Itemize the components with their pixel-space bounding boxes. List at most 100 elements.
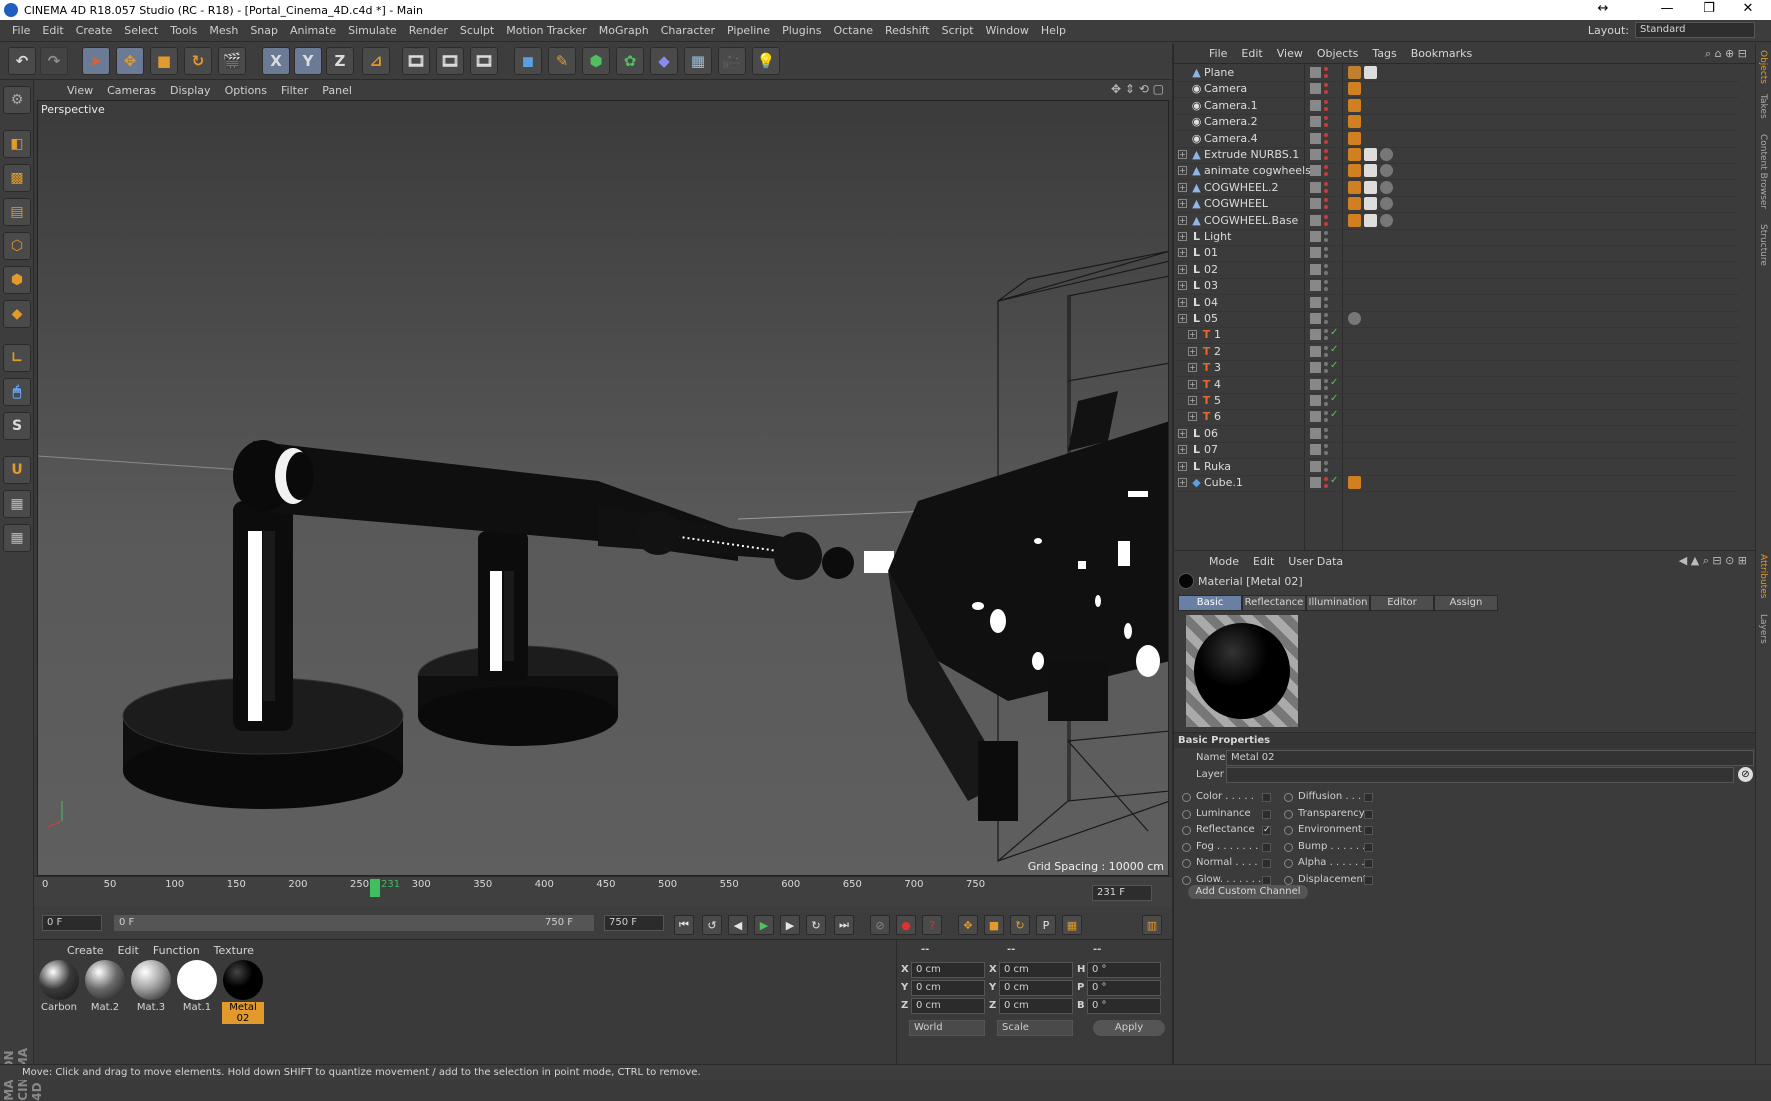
editor-visibility-dot[interactable] (1324, 83, 1328, 88)
editor-visibility-dot[interactable] (1324, 99, 1328, 104)
channel-radio[interactable] (1182, 876, 1191, 885)
object-row[interactable]: + L 07 (1174, 441, 1739, 460)
material-menu-texture[interactable]: Texture (207, 944, 261, 957)
spline-pen-button[interactable]: ✎ (548, 47, 576, 75)
playhead-marker[interactable] (370, 879, 380, 897)
object-row[interactable]: + ▲ COGWHEEL.Base (1174, 212, 1739, 230)
key-scale-button[interactable]: ■ (984, 915, 1004, 935)
timeline-layout-button[interactable]: ▥ (1142, 915, 1162, 935)
editor-visibility-dot[interactable] (1324, 362, 1328, 367)
expand-toggle-icon[interactable]: + (1178, 264, 1187, 274)
editor-visibility-dot[interactable] (1324, 411, 1328, 416)
viewport-menu-cameras[interactable]: Cameras (100, 84, 163, 97)
menu-select[interactable]: Select (118, 20, 164, 42)
workplane-mode-icon[interactable]: ▤ (3, 198, 31, 226)
render-visibility-dot[interactable] (1324, 467, 1328, 472)
object-tag-icon[interactable] (1348, 131, 1361, 145)
tab-basic[interactable]: Basic (1178, 595, 1242, 611)
viewport-menu-panel[interactable]: Panel (315, 84, 359, 97)
object-row[interactable]: + L 04 (1174, 294, 1739, 312)
enabled-check-icon[interactable]: ✓ (1330, 393, 1338, 404)
render-visibility-dot[interactable] (1324, 172, 1328, 177)
object-tag-icon[interactable] (1348, 82, 1361, 96)
editor-visibility-dot[interactable] (1324, 460, 1328, 465)
tweak-mode-icon[interactable]: 🖱 (3, 378, 31, 406)
editor-visibility-dot[interactable] (1324, 345, 1328, 350)
render-visibility-dot[interactable] (1324, 385, 1328, 390)
object-tag-icon[interactable] (1364, 148, 1377, 161)
menu-snap[interactable]: Snap (244, 20, 284, 42)
editor-visibility-dot[interactable] (1324, 427, 1328, 432)
object-row[interactable]: ▲ Plane (1174, 64, 1739, 82)
editor-visibility-dot[interactable] (1324, 477, 1328, 481)
enabled-check-icon[interactable]: ✓ (1330, 409, 1338, 420)
channel-radio[interactable] (1182, 859, 1191, 869)
menu-octane[interactable]: Octane (827, 20, 879, 42)
enabled-check-icon[interactable]: ✓ (1330, 327, 1338, 338)
points-mode-icon[interactable]: ⬡ (3, 232, 31, 260)
layer-edit-icon[interactable] (1310, 198, 1321, 210)
channel-checkbox[interactable] (1262, 809, 1271, 819)
enabled-check-icon[interactable]: ✓ (1330, 344, 1338, 355)
editor-visibility-dot[interactable] (1324, 231, 1328, 235)
render-visibility-dot[interactable] (1324, 303, 1328, 308)
render-visibility-dot[interactable] (1324, 139, 1328, 144)
editor-visibility-dot[interactable] (1324, 214, 1328, 219)
channel-checkbox[interactable] (1262, 859, 1271, 869)
render-visibility-dot[interactable] (1324, 205, 1328, 210)
right-tab-objects[interactable]: Objects (1758, 50, 1768, 84)
play-button[interactable]: ▶ (754, 915, 774, 935)
render-visibility-dot[interactable] (1324, 336, 1328, 341)
size-z-field[interactable]: 0 cm (999, 998, 1073, 1014)
object-row[interactable]: ◉ Camera (1174, 80, 1739, 99)
object-row[interactable]: + L 06 (1174, 425, 1739, 443)
object-row[interactable]: + T 6 ✓ (1174, 408, 1739, 427)
render-visibility-dot[interactable] (1324, 106, 1328, 111)
render-visibility-dot[interactable] (1324, 270, 1328, 275)
layer-edit-icon[interactable] (1310, 165, 1321, 177)
model-mode-icon[interactable]: ◧ (3, 130, 31, 158)
record-keyframe-button[interactable]: ⊘ (870, 915, 890, 935)
next-frame-button[interactable]: ▶ (780, 915, 800, 935)
viewport-menu-view[interactable]: View (60, 84, 100, 97)
undo-button[interactable]: ↶ (8, 47, 36, 75)
key-rotation-button[interactable]: ↻ (1010, 915, 1030, 935)
editor-visibility-dot[interactable] (1324, 116, 1328, 121)
layer-edit-icon[interactable] (1310, 67, 1321, 78)
object-tag-icon[interactable] (1348, 312, 1361, 325)
viewport-nav-icons[interactable]: ✥ ⇕ ⟲ ▢ (1111, 82, 1164, 96)
layer-edit-icon[interactable] (1310, 329, 1321, 341)
render-visibility-dot[interactable] (1324, 254, 1328, 259)
object-row[interactable]: + L 03 (1174, 277, 1739, 296)
coordinate-space-dropdown[interactable]: World (909, 1020, 985, 1036)
layer-edit-icon[interactable] (1310, 83, 1321, 95)
layer-edit-icon[interactable] (1310, 116, 1321, 128)
subdivision-surface-button[interactable]: ⬢ (582, 47, 610, 75)
channel-checkbox[interactable] (1262, 876, 1271, 885)
end-frame-field[interactable]: 750 F (604, 915, 664, 931)
menu-script[interactable]: Script (936, 20, 980, 42)
menu-plugins[interactable]: Plugins (776, 20, 827, 42)
key-position-button[interactable]: ✥ (958, 915, 978, 935)
render-view-button[interactable]: 🎞 (402, 47, 430, 75)
layer-edit-icon[interactable] (1310, 280, 1321, 292)
channel-checkbox[interactable] (1364, 809, 1373, 819)
render-visibility-dot[interactable] (1324, 402, 1328, 406)
expand-toggle-icon[interactable]: + (1188, 363, 1197, 373)
editor-visibility-dot[interactable] (1324, 149, 1328, 153)
editor-visibility-dot[interactable] (1324, 378, 1328, 383)
redo-button[interactable]: ↷ (40, 47, 68, 75)
axis-y-button[interactable]: Y (294, 47, 322, 75)
expand-toggle-icon[interactable]: + (1178, 215, 1187, 225)
layer-edit-icon[interactable] (1310, 313, 1321, 324)
object-row[interactable]: + T 4 ✓ (1174, 376, 1739, 394)
recent-tools-button[interactable]: 🎬 (218, 47, 246, 75)
object-row[interactable]: + T 2 ✓ (1174, 343, 1739, 361)
object-row[interactable]: ◉ Camera.1 (1174, 97, 1739, 115)
expand-toggle-icon[interactable]: + (1178, 232, 1187, 241)
layer-edit-icon[interactable] (1310, 149, 1321, 160)
menu-redshift[interactable]: Redshift (879, 20, 936, 42)
object-row[interactable]: + T 3 ✓ (1174, 359, 1739, 378)
polygons-mode-icon[interactable]: ◆ (3, 300, 31, 328)
expand-toggle-icon[interactable]: + (1178, 199, 1187, 209)
